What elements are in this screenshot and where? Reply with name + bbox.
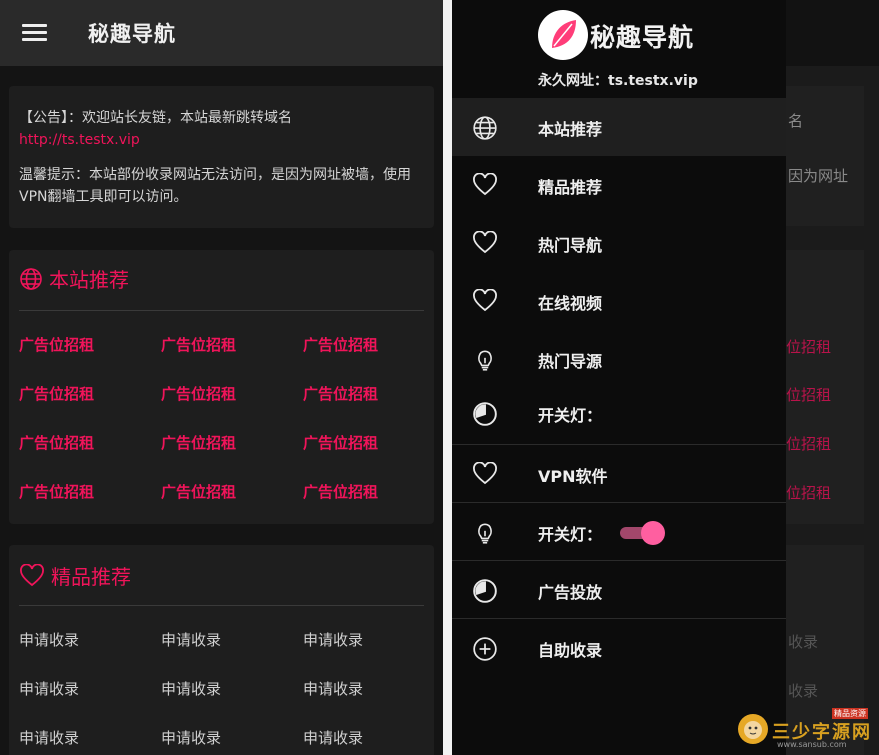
ad-slot-link[interactable]: 广告位招租 (19, 383, 94, 404)
apply-listing-link[interactable]: 申请收录 (19, 629, 79, 650)
leaf-logo-icon (552, 20, 576, 48)
drawer-menu-label: 自助收录 (538, 641, 603, 660)
apply-listing-link[interactable]: 申请收录 (161, 727, 221, 748)
heart-icon (472, 461, 498, 488)
bulb-icon (472, 520, 498, 546)
drawer-menu-item[interactable]: 精品推荐 (452, 156, 786, 214)
bulb-icon (472, 347, 498, 373)
drawer-menu-item[interactable]: 热门导航 (452, 214, 786, 272)
drawer-menu-label: VPN软件 (538, 467, 608, 486)
background-text: 位招租 (786, 386, 832, 404)
heart-icon (472, 230, 498, 257)
drawer-menu-item[interactable]: 热门导源 (452, 330, 786, 388)
background-text: 收录 (788, 633, 819, 651)
notice-text: 【公告】：欢迎站长友链，本站最新跳转域名 (19, 110, 292, 126)
notice-card: 【公告】：欢迎站长友链，本站最新跳转域名 http://ts.testx.vip… (9, 86, 434, 228)
section-site-recommend: 本站推荐 广告位招租 广告位招租 广告位招租 广告位招租 广告位招租 广告位招租 广告位招租… (9, 250, 434, 524)
background-text: 位招租 (786, 484, 832, 502)
drawer-header: 秘趣导航 永久网址：ts.testx.vip (452, 0, 786, 98)
drawer-menu-label: 在线视频 (538, 294, 603, 313)
divider (19, 605, 424, 606)
ad-slot-link[interactable]: 广告位招租 (161, 334, 236, 355)
drawer-menu-item[interactable]: 本站推荐 (452, 98, 786, 156)
drawer-menu-label: 开关灯： (538, 525, 603, 544)
background-text: 名 (788, 112, 804, 130)
drawer-menu-item[interactable]: 在线视频 (452, 272, 786, 330)
apply-listing-link[interactable]: 申请收录 (19, 727, 79, 748)
apply-listing-link[interactable]: 申请收录 (303, 678, 363, 699)
ad-slot-link[interactable]: 广告位招租 (19, 334, 94, 355)
drawer-screenshot-panel: 名 因为网址 位招租 位招租 位招租 位招租 收录 收录 秘趣导航 永久网址：t… (452, 0, 879, 755)
watermark-badge: 精品资源 (832, 708, 868, 719)
drawer-menu-item[interactable]: VPN软件 (452, 444, 786, 503)
section-title: 本站推荐 (19, 264, 129, 293)
background-text: 位招租 (786, 435, 832, 453)
ad-slot-link[interactable]: 广告位招租 (19, 481, 94, 502)
drawer-menu-label: 开关灯： (538, 406, 603, 425)
clock-icon (472, 401, 498, 427)
apply-listing-link[interactable]: 申请收录 (303, 629, 363, 650)
site-logo (538, 10, 588, 60)
plus-circle-icon (472, 636, 498, 662)
drawer-menu-item[interactable]: 开关灯： (452, 502, 786, 561)
drawer-site-name: 秘趣导航 (590, 23, 695, 52)
section-title: 精品推荐 (19, 561, 131, 590)
menu-icon[interactable] (22, 24, 47, 42)
drawer-menu-label: 热门导航 (538, 236, 603, 255)
globe-icon (472, 115, 498, 141)
heart-icon (20, 563, 44, 587)
night-mode-toggle[interactable] (618, 521, 666, 545)
notice-tip: 温馨提示：本站部份收录网站无法访问，是因为网址被墙，使用VPN翻墙工具即可以访问… (19, 167, 411, 205)
ad-slot-link[interactable]: 广告位招租 (303, 481, 378, 502)
heart-icon (472, 288, 498, 315)
background-text: 收录 (788, 682, 819, 700)
navigation-drawer: 秘趣导航 永久网址：ts.testx.vip 本站推荐精品推荐热门导航在线视频热… (452, 0, 786, 755)
ad-slot-link[interactable]: 广告位招租 (161, 481, 236, 502)
section-premium: 精品推荐 申请收录 申请收录 申请收录 申请收录 申请收录 申请收录 申请收录 申请收录 申请收… (9, 545, 434, 755)
section-title-label: 本站推荐 (49, 268, 129, 292)
drawer-menu-label: 本站推荐 (538, 120, 603, 139)
drawer-menu-label: 广告投放 (538, 583, 603, 602)
drawer-menu-item[interactable]: 自助收录 (452, 618, 786, 677)
main-page-panel: 秘趣导航 【公告】：欢迎站长友链，本站最新跳转域名 http://ts.test… (0, 0, 443, 755)
permanent-url: 永久网址：ts.testx.vip (538, 73, 698, 89)
watermark: 三少字源网 精品资源 www.sansub.com (732, 704, 879, 755)
page-title: 秘趣导航 (88, 22, 176, 46)
lion-logo-icon (738, 714, 768, 744)
ad-slot-link[interactable]: 广告位招租 (19, 432, 94, 453)
apply-listing-link[interactable]: 申请收录 (161, 629, 221, 650)
notice-link[interactable]: http://ts.testx.vip (19, 129, 419, 151)
clock-icon (472, 578, 498, 604)
drawer-menu-label: 精品推荐 (538, 178, 603, 197)
globe-icon (20, 268, 42, 290)
ad-slot-link[interactable]: 广告位招租 (303, 383, 378, 404)
drawer-menu-label: 热门导源 (538, 352, 603, 371)
screenshot-divider (443, 0, 452, 755)
apply-listing-link[interactable]: 申请收录 (303, 727, 363, 748)
drawer-menu-item[interactable]: 广告投放 (452, 560, 786, 619)
background-text: 位招租 (786, 338, 832, 356)
ad-slot-link[interactable]: 广告位招租 (303, 334, 378, 355)
drawer-menu-item[interactable]: 开关灯： (452, 384, 786, 442)
heart-icon (472, 172, 498, 199)
apply-listing-link[interactable]: 申请收录 (161, 678, 221, 699)
ad-slot-link[interactable]: 广告位招租 (161, 432, 236, 453)
background-card (786, 86, 864, 226)
section-title-label: 精品推荐 (51, 565, 131, 589)
toggle-knob (641, 521, 665, 545)
divider (19, 310, 424, 311)
background-text: 因为网址 (788, 167, 849, 185)
top-app-bar: 秘趣导航 (0, 0, 443, 66)
apply-listing-link[interactable]: 申请收录 (19, 678, 79, 699)
watermark-url: www.sansub.com (777, 740, 847, 749)
ad-slot-link[interactable]: 广告位招租 (161, 383, 236, 404)
ad-slot-link[interactable]: 广告位招租 (303, 432, 378, 453)
